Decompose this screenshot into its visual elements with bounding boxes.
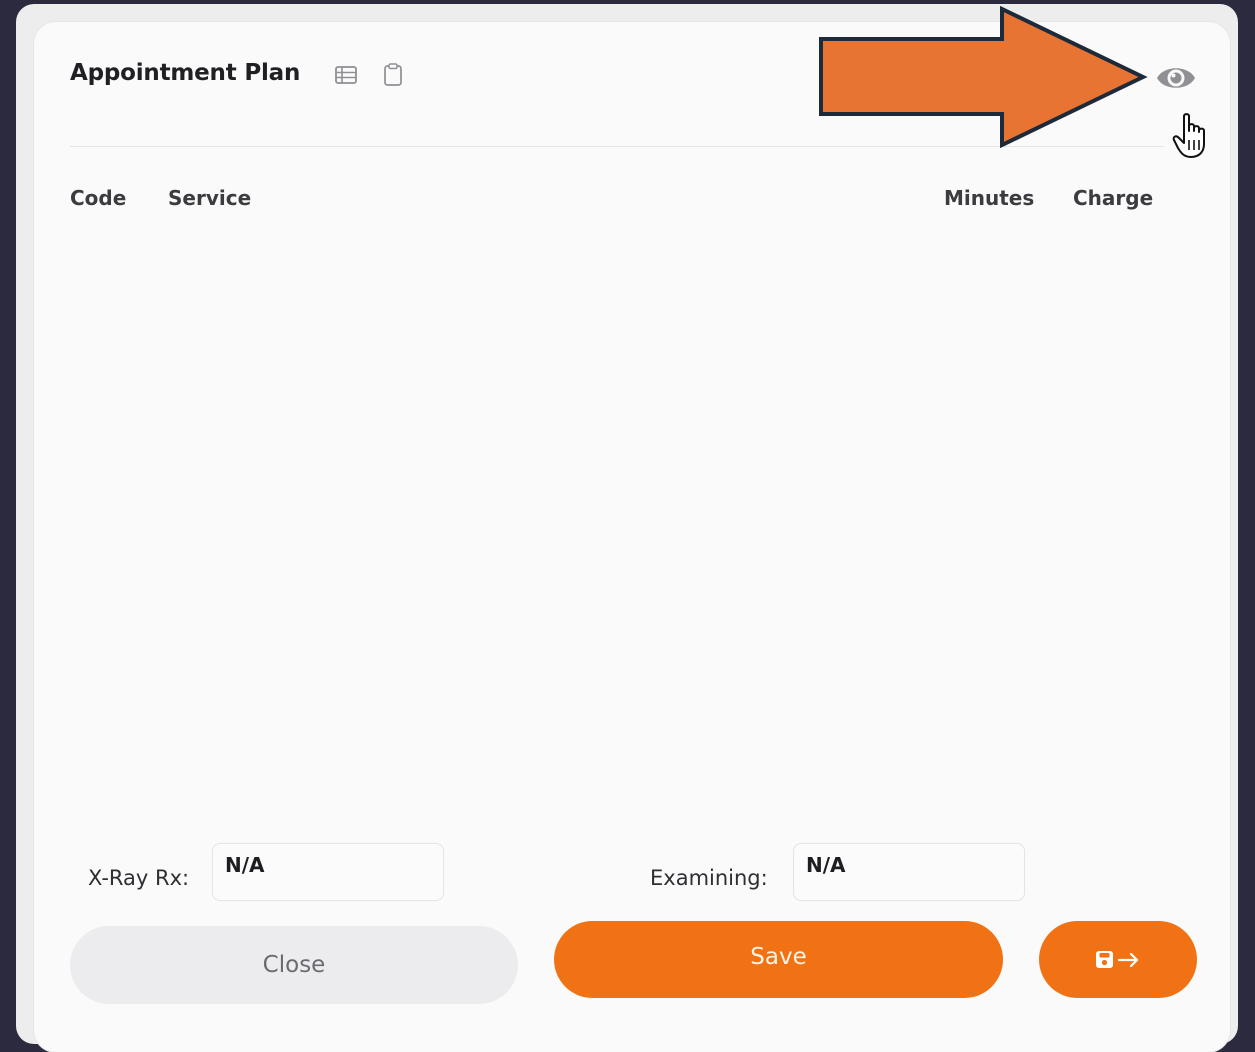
save-and-exit-button[interactable] — [1039, 921, 1197, 998]
clipboard-icon[interactable] — [383, 63, 403, 87]
annotation-arrow — [819, 6, 1148, 148]
hand-cursor-icon — [1172, 113, 1205, 158]
examining-label: Examining: — [650, 866, 768, 890]
save-and-exit-icon — [1096, 950, 1139, 968]
service-list-area — [70, 225, 1164, 825]
list-icon[interactable] — [335, 66, 357, 84]
save-button[interactable]: Save — [554, 921, 1003, 998]
column-header-charge: Charge — [1073, 186, 1154, 210]
column-header-service: Service — [168, 186, 252, 210]
column-header-minutes: Minutes — [944, 186, 1035, 210]
close-button[interactable]: Close — [70, 926, 518, 1004]
eye-icon[interactable] — [1155, 62, 1197, 94]
column-header-code: Code — [70, 186, 127, 210]
page-title: Appointment Plan — [70, 60, 301, 86]
xray-rx-input[interactable] — [212, 843, 444, 901]
xray-rx-label: X-Ray Rx: — [88, 866, 190, 890]
examining-input[interactable] — [793, 843, 1025, 901]
